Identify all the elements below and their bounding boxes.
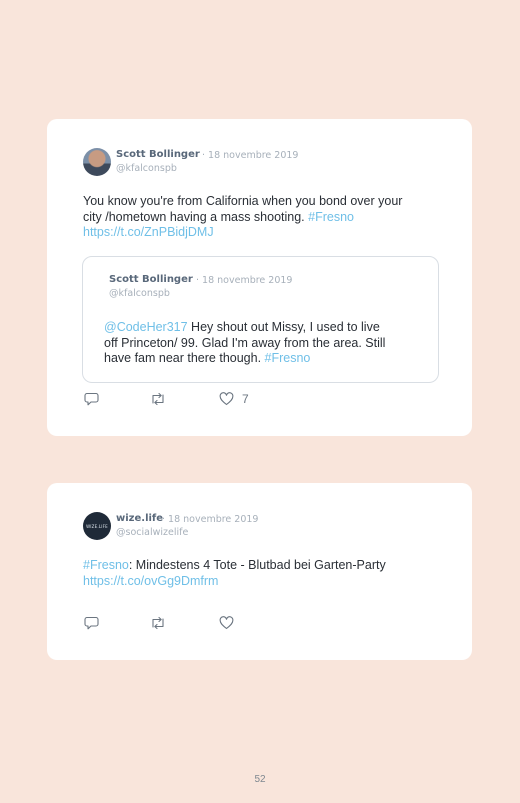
hashtag-link[interactable]: #Fresno	[265, 351, 311, 365]
reply-icon[interactable]	[83, 615, 99, 631]
retweet-icon[interactable]	[150, 391, 166, 407]
tweet-text-line: city /hometown having a mass shooting. #…	[83, 210, 453, 226]
page-number: 52	[254, 774, 266, 785]
quoted-text-line: off Princeton/ 99. Glad I'm away from th…	[104, 335, 386, 350]
like-icon[interactable]	[218, 615, 234, 631]
quoted-text-fragment: Hey shout out Missy, I used to live	[187, 320, 380, 334]
quoted-tweet-text: @CodeHer317 Hey shout out Missy, I used …	[104, 320, 424, 367]
avatar[interactable]: WIZE.LIFE	[83, 512, 111, 540]
tweet-date[interactable]: · 18 novembre 2019	[202, 150, 298, 161]
quoted-tweet[interactable]: Scott Bollinger · 18 novembre 2019 @kfal…	[82, 256, 439, 383]
author-handle[interactable]: @kfalconspb	[116, 163, 177, 174]
like-icon[interactable]	[218, 391, 234, 407]
hashtag-link[interactable]: #Fresno	[308, 210, 354, 224]
quoted-text-fragment: have fam near there though.	[104, 351, 265, 365]
hashtag-link[interactable]: #Fresno	[83, 558, 129, 572]
tweet-card: Scott Bollinger · 18 novembre 2019 @kfal…	[47, 119, 472, 436]
tweet-text-fragment: city /hometown having a mass shooting.	[83, 209, 309, 224]
tweet-card: WIZE.LIFE wize.life · 18 novembre 2019 @…	[47, 483, 472, 660]
quoted-tweet-date[interactable]: · 18 novembre 2019	[196, 275, 292, 286]
like-count: 7	[242, 392, 249, 406]
tweet-text: #Fresno: Mindestens 4 Tote - Blutbad bei…	[83, 558, 453, 589]
author-handle[interactable]: @socialwizelife	[116, 527, 188, 538]
url-link[interactable]: https://t.co/ovGg9Dmfrm	[83, 574, 218, 588]
author-name[interactable]: wize.life	[116, 513, 163, 524]
quoted-author-handle[interactable]: @kfalconspb	[109, 288, 170, 299]
avatar[interactable]	[83, 148, 111, 176]
url-link[interactable]: https://t.co/ZnPBidjDMJ	[83, 225, 214, 239]
mention-link[interactable]: @CodeHer317	[104, 320, 188, 334]
tweet-date[interactable]: · 18 novembre 2019	[162, 514, 258, 525]
avatar-logo-text: WIZE.LIFE	[86, 523, 108, 529]
author-name[interactable]: Scott Bollinger	[116, 149, 200, 160]
quoted-author-name[interactable]: Scott Bollinger	[109, 274, 193, 285]
retweet-icon[interactable]	[150, 615, 166, 631]
tweet-text-fragment: : Mindestens 4 Tote - Blutbad bei Garten…	[128, 558, 386, 572]
reply-icon[interactable]	[83, 391, 99, 407]
tweet-text: You know you're from California when you…	[83, 194, 453, 241]
tweet-text-line: You know you're from California when you…	[83, 194, 403, 208]
